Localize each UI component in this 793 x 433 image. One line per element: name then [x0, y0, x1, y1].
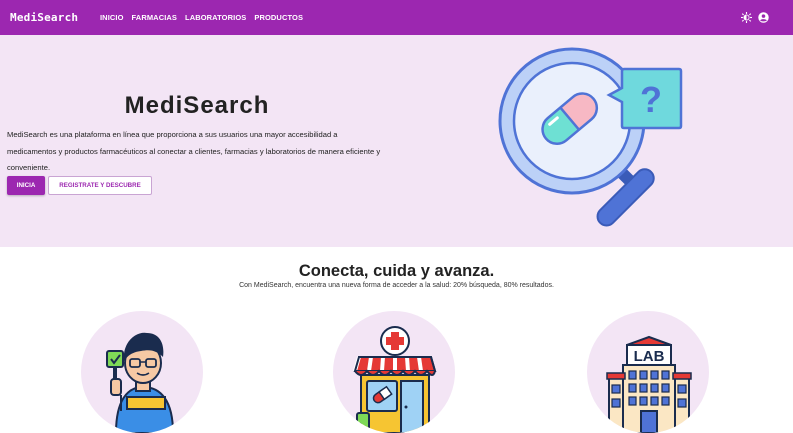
nav-link-laboratorios[interactable]: LABORATORIOS: [185, 13, 246, 22]
feature-laboratory-circle: LAB: [587, 311, 709, 433]
user-account-icon[interactable]: [758, 12, 769, 23]
hero-description: MediSearch es una plataforma en línea qu…: [7, 130, 381, 172]
pharmacy-store-icon: [353, 326, 437, 433]
feature-pharmacy-circle: [333, 311, 455, 433]
svg-text:?: ?: [640, 79, 662, 120]
features-title: Conecta, cuida y avanza.: [298, 262, 495, 280]
hero-section: MediSearch MediSearch es una plataforma …: [0, 35, 793, 247]
hero-title: MediSearch: [124, 92, 270, 119]
customer-approval-icon: [106, 332, 175, 433]
feature-customer-circle: [81, 311, 203, 433]
register-button[interactable]: REGISTRATE Y DESCUBRE: [48, 176, 152, 195]
inicia-button[interactable]: INICIA: [7, 176, 45, 195]
features-subtitle: Con MediSearch, encuentra una nueva form…: [239, 282, 554, 289]
nav-icons: [741, 12, 769, 23]
nav-link-farmacias[interactable]: FARMACIAS: [132, 13, 177, 22]
laboratory-building-icon: LAB: [606, 335, 692, 433]
nav-link-inicio[interactable]: INICIO: [100, 13, 124, 22]
magnifier-pill-question-icon: ?: [498, 47, 683, 227]
brand-logo[interactable]: MediSearch: [10, 11, 78, 24]
nav-link-productos[interactable]: PRODUCTOS: [254, 13, 303, 22]
lab-sign-text: LAB: [634, 348, 665, 365]
top-navbar: MediSearch INICIO FARMACIAS LABORATORIOS…: [0, 0, 793, 35]
nav-links: INICIO FARMACIAS LABORATORIOS PRODUCTOS: [100, 13, 311, 22]
theme-toggle-icon[interactable]: [741, 12, 752, 23]
